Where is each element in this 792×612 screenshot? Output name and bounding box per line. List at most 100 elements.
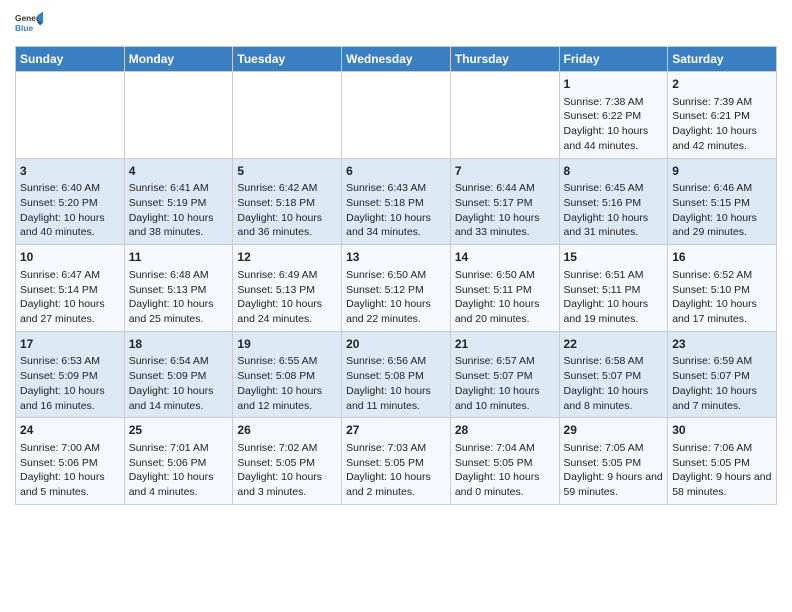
day-info: Sunset: 5:05 PM [455, 456, 555, 471]
day-info: Daylight: 10 hours and 34 minutes. [346, 211, 446, 240]
day-info: Daylight: 10 hours and 12 minutes. [237, 384, 337, 413]
day-info: Sunset: 5:13 PM [129, 283, 229, 298]
calendar-cell: 6Sunrise: 6:43 AMSunset: 5:18 PMDaylight… [342, 158, 451, 245]
day-info: Daylight: 10 hours and 27 minutes. [20, 297, 120, 326]
day-info: Sunrise: 7:04 AM [455, 441, 555, 456]
calendar-cell [124, 72, 233, 159]
day-info: Daylight: 10 hours and 44 minutes. [564, 124, 664, 153]
day-number: 8 [564, 163, 664, 180]
calendar-cell: 3Sunrise: 6:40 AMSunset: 5:20 PMDaylight… [16, 158, 125, 245]
day-info: Daylight: 10 hours and 40 minutes. [20, 211, 120, 240]
day-info: Sunrise: 6:54 AM [129, 354, 229, 369]
weekday-header-tuesday: Tuesday [233, 47, 342, 72]
calendar-cell: 1Sunrise: 7:38 AMSunset: 6:22 PMDaylight… [559, 72, 668, 159]
day-info: Sunset: 5:14 PM [20, 283, 120, 298]
day-info: Sunrise: 7:06 AM [672, 441, 772, 456]
day-info: Daylight: 10 hours and 36 minutes. [237, 211, 337, 240]
calendar-table: SundayMondayTuesdayWednesdayThursdayFrid… [15, 46, 777, 505]
calendar-cell: 20Sunrise: 6:56 AMSunset: 5:08 PMDayligh… [342, 331, 451, 418]
day-number: 19 [237, 336, 337, 353]
day-info: Sunset: 5:05 PM [564, 456, 664, 471]
day-info: Daylight: 10 hours and 31 minutes. [564, 211, 664, 240]
calendar-cell: 30Sunrise: 7:06 AMSunset: 5:05 PMDayligh… [668, 418, 777, 505]
day-info: Sunset: 5:05 PM [237, 456, 337, 471]
day-number: 2 [672, 76, 772, 93]
week-row-3: 17Sunrise: 6:53 AMSunset: 5:09 PMDayligh… [16, 331, 777, 418]
day-info: Sunrise: 6:45 AM [564, 181, 664, 196]
day-info: Sunset: 5:05 PM [672, 456, 772, 471]
day-info: Daylight: 10 hours and 4 minutes. [129, 470, 229, 499]
calendar-cell: 8Sunrise: 6:45 AMSunset: 5:16 PMDaylight… [559, 158, 668, 245]
weekday-header-friday: Friday [559, 47, 668, 72]
day-info: Sunset: 6:22 PM [564, 109, 664, 124]
day-number: 14 [455, 249, 555, 266]
calendar-cell: 15Sunrise: 6:51 AMSunset: 5:11 PMDayligh… [559, 245, 668, 332]
day-info: Daylight: 10 hours and 7 minutes. [672, 384, 772, 413]
day-info: Daylight: 10 hours and 19 minutes. [564, 297, 664, 326]
header: General Blue [15, 10, 777, 38]
day-info: Sunset: 5:09 PM [20, 369, 120, 384]
day-number: 30 [672, 422, 772, 439]
calendar-cell: 10Sunrise: 6:47 AMSunset: 5:14 PMDayligh… [16, 245, 125, 332]
day-info: Sunrise: 7:02 AM [237, 441, 337, 456]
calendar-cell: 24Sunrise: 7:00 AMSunset: 5:06 PMDayligh… [16, 418, 125, 505]
day-info: Daylight: 10 hours and 0 minutes. [455, 470, 555, 499]
day-number: 17 [20, 336, 120, 353]
day-info: Sunset: 5:09 PM [129, 369, 229, 384]
day-info: Sunset: 5:16 PM [564, 196, 664, 211]
day-info: Daylight: 10 hours and 8 minutes. [564, 384, 664, 413]
day-number: 27 [346, 422, 446, 439]
day-info: Sunset: 5:07 PM [564, 369, 664, 384]
day-info: Sunrise: 6:51 AM [564, 268, 664, 283]
calendar-cell: 14Sunrise: 6:50 AMSunset: 5:11 PMDayligh… [450, 245, 559, 332]
day-info: Sunset: 5:06 PM [129, 456, 229, 471]
day-info: Sunrise: 6:41 AM [129, 181, 229, 196]
day-info: Sunrise: 6:59 AM [672, 354, 772, 369]
day-number: 18 [129, 336, 229, 353]
calendar-cell: 16Sunrise: 6:52 AMSunset: 5:10 PMDayligh… [668, 245, 777, 332]
day-info: Sunrise: 6:52 AM [672, 268, 772, 283]
day-info: Daylight: 10 hours and 5 minutes. [20, 470, 120, 499]
day-number: 22 [564, 336, 664, 353]
calendar-cell: 5Sunrise: 6:42 AMSunset: 5:18 PMDaylight… [233, 158, 342, 245]
day-number: 25 [129, 422, 229, 439]
day-number: 5 [237, 163, 337, 180]
day-info: Sunrise: 7:39 AM [672, 95, 772, 110]
day-info: Sunrise: 6:58 AM [564, 354, 664, 369]
calendar-cell: 27Sunrise: 7:03 AMSunset: 5:05 PMDayligh… [342, 418, 451, 505]
calendar-cell: 13Sunrise: 6:50 AMSunset: 5:12 PMDayligh… [342, 245, 451, 332]
day-info: Sunrise: 7:03 AM [346, 441, 446, 456]
calendar-cell [342, 72, 451, 159]
day-number: 4 [129, 163, 229, 180]
day-info: Sunset: 5:07 PM [672, 369, 772, 384]
day-info: Sunset: 5:11 PM [564, 283, 664, 298]
weekday-header-saturday: Saturday [668, 47, 777, 72]
weekday-header-sunday: Sunday [16, 47, 125, 72]
day-info: Sunrise: 6:55 AM [237, 354, 337, 369]
day-info: Sunrise: 6:48 AM [129, 268, 229, 283]
day-info: Sunset: 5:15 PM [672, 196, 772, 211]
day-number: 16 [672, 249, 772, 266]
day-info: Daylight: 9 hours and 59 minutes. [564, 470, 664, 499]
week-row-1: 3Sunrise: 6:40 AMSunset: 5:20 PMDaylight… [16, 158, 777, 245]
weekday-header-row: SundayMondayTuesdayWednesdayThursdayFrid… [16, 47, 777, 72]
day-info: Sunset: 6:21 PM [672, 109, 772, 124]
calendar-cell [450, 72, 559, 159]
day-info: Sunrise: 6:40 AM [20, 181, 120, 196]
page-container: General Blue SundayMondayTuesdayWednesda… [0, 0, 792, 510]
day-info: Sunset: 5:10 PM [672, 283, 772, 298]
day-info: Sunset: 5:13 PM [237, 283, 337, 298]
calendar-cell: 2Sunrise: 7:39 AMSunset: 6:21 PMDaylight… [668, 72, 777, 159]
week-row-4: 24Sunrise: 7:00 AMSunset: 5:06 PMDayligh… [16, 418, 777, 505]
day-info: Sunset: 5:06 PM [20, 456, 120, 471]
day-number: 12 [237, 249, 337, 266]
calendar-cell: 19Sunrise: 6:55 AMSunset: 5:08 PMDayligh… [233, 331, 342, 418]
day-number: 11 [129, 249, 229, 266]
weekday-header-thursday: Thursday [450, 47, 559, 72]
day-info: Daylight: 10 hours and 2 minutes. [346, 470, 446, 499]
svg-text:Blue: Blue [15, 23, 33, 33]
calendar-cell: 18Sunrise: 6:54 AMSunset: 5:09 PMDayligh… [124, 331, 233, 418]
weekday-header-wednesday: Wednesday [342, 47, 451, 72]
calendar-cell [16, 72, 125, 159]
logo: General Blue [15, 10, 43, 38]
